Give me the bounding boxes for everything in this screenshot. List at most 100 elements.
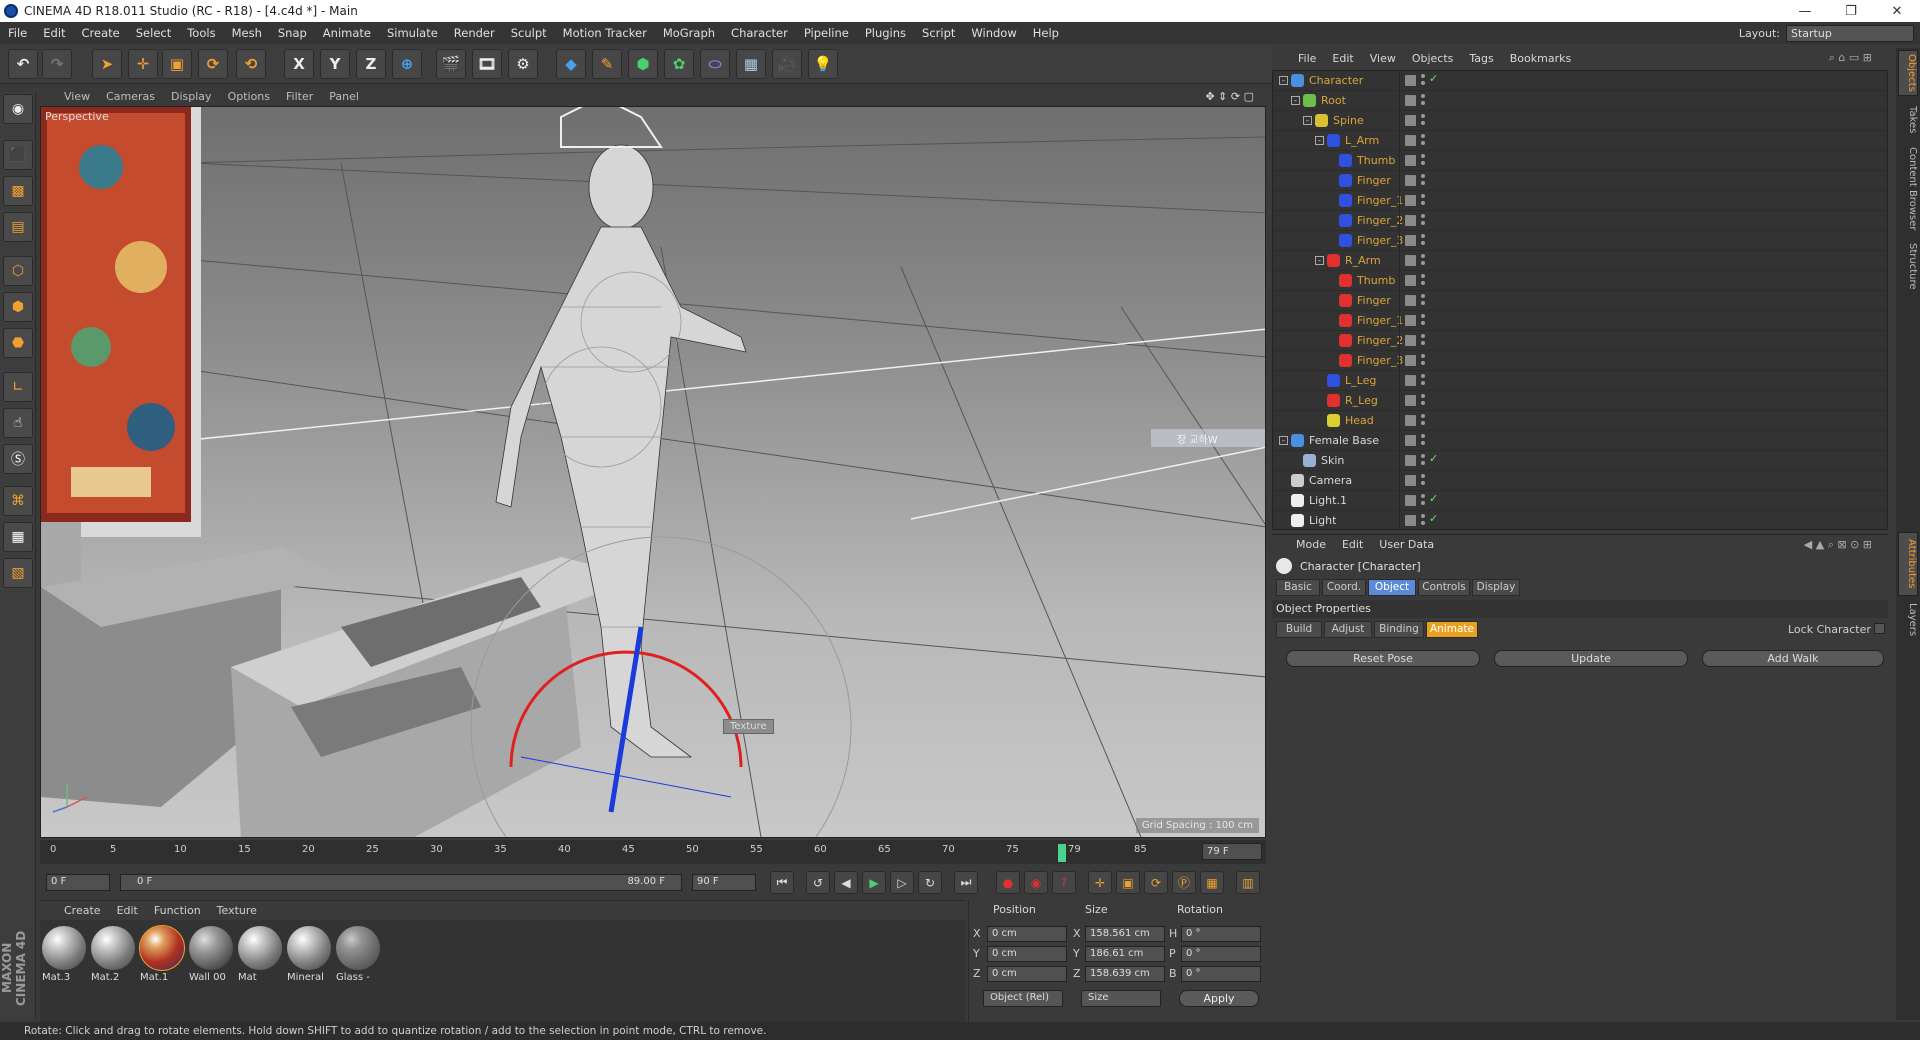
layer-icon[interactable]: [1405, 435, 1416, 446]
material-menu-function[interactable]: Function: [146, 904, 209, 917]
tab-controls[interactable]: Controls: [1418, 579, 1470, 596]
perspective-viewport[interactable]: Perspective 장 교하W Texture Grid Spacing :…: [40, 106, 1266, 838]
go-to-start-icon[interactable]: ⏮: [770, 871, 794, 894]
size-z-field[interactable]: 158.639 cm: [1085, 966, 1165, 982]
enabled-check-icon[interactable]: ✓: [1429, 72, 1438, 85]
visibility-dots-icon[interactable]: [1420, 293, 1426, 307]
visibility-dots-icon[interactable]: [1420, 153, 1426, 167]
attr-menu-mode[interactable]: Mode: [1288, 538, 1334, 551]
menu-edit[interactable]: Edit: [35, 26, 73, 40]
object-row[interactable]: - Root: [1273, 91, 1887, 111]
minimize-button[interactable]: —: [1782, 0, 1828, 22]
layout-dropdown[interactable]: Startup: [1786, 24, 1914, 42]
select-arrow-icon[interactable]: ➤: [92, 49, 122, 79]
next-key-icon[interactable]: ↻: [918, 871, 942, 894]
layer-icon[interactable]: [1405, 375, 1416, 386]
object-row[interactable]: Finger_2: [1273, 211, 1887, 231]
menu-character[interactable]: Character: [723, 26, 796, 40]
right-tab-attributes[interactable]: Attributes: [1898, 532, 1918, 596]
menu-help[interactable]: Help: [1025, 26, 1067, 40]
menu-file[interactable]: File: [0, 26, 35, 40]
object-row[interactable]: Finger: [1273, 171, 1887, 191]
cloner-icon[interactable]: ✿: [664, 49, 694, 79]
current-frame-field[interactable]: 79 F: [1202, 843, 1262, 860]
previous-frame-icon[interactable]: ◀: [834, 871, 858, 894]
axis-mode-icon[interactable]: ∟: [3, 372, 33, 402]
model-mode-icon[interactable]: ⬛: [3, 140, 33, 170]
layer-icon[interactable]: [1405, 235, 1416, 246]
object-row[interactable]: Finger_2: [1273, 331, 1887, 351]
layer-icon[interactable]: [1405, 315, 1416, 326]
apply-button[interactable]: Apply: [1179, 990, 1259, 1007]
material-item[interactable]: Mineral: [287, 926, 333, 984]
visibility-dots-icon[interactable]: [1420, 193, 1426, 207]
om-menu-bookmarks[interactable]: Bookmarks: [1502, 52, 1579, 65]
size-x-field[interactable]: 158.561 cm: [1085, 926, 1165, 942]
tab-object[interactable]: Object: [1368, 579, 1416, 596]
record-active-icon[interactable]: ●: [996, 871, 1020, 894]
layer-icon[interactable]: [1405, 155, 1416, 166]
object-row[interactable]: L_Leg: [1273, 371, 1887, 391]
object-row[interactable]: Finger_3: [1273, 351, 1887, 371]
menu-pipeline[interactable]: Pipeline: [796, 26, 857, 40]
om-menu-file[interactable]: File: [1290, 52, 1324, 65]
viewport-nav-icons[interactable]: ✥ ⇕ ⟳ ▢: [1197, 90, 1262, 103]
update-button[interactable]: Update: [1494, 650, 1688, 667]
om-menu-view[interactable]: View: [1362, 52, 1404, 65]
rotation-h-field[interactable]: 0 °: [1181, 926, 1261, 942]
rotate-icon[interactable]: ⟳: [198, 49, 228, 79]
go-to-end-icon[interactable]: ⏭: [954, 871, 978, 894]
timeline-playhead[interactable]: [1058, 844, 1066, 862]
material-item[interactable]: Glass -: [336, 926, 382, 984]
material-item[interactable]: Mat: [238, 926, 284, 984]
tree-collapse-toggle[interactable]: -: [1315, 256, 1324, 265]
make-editable-icon[interactable]: ◉: [3, 94, 33, 124]
menu-select[interactable]: Select: [128, 26, 179, 40]
visibility-dots-icon[interactable]: [1420, 113, 1426, 127]
add-walk-button[interactable]: Add Walk: [1702, 650, 1884, 667]
viewport-menu-filter[interactable]: Filter: [278, 90, 321, 103]
workplane-icon[interactable]: ▤: [3, 212, 33, 242]
attr-menu-user-data[interactable]: User Data: [1371, 538, 1442, 551]
menu-mesh[interactable]: Mesh: [224, 26, 270, 40]
visibility-dots-icon[interactable]: [1420, 173, 1426, 187]
layer-icon[interactable]: [1405, 455, 1416, 466]
menu-create[interactable]: Create: [74, 26, 128, 40]
material-menu-texture[interactable]: Texture: [209, 904, 265, 917]
layer-icon[interactable]: [1405, 475, 1416, 486]
layer-icon[interactable]: [1405, 415, 1416, 426]
maximize-button[interactable]: ❐: [1828, 0, 1874, 22]
key-rotation-icon[interactable]: ⟳: [1144, 871, 1168, 894]
right-tab-content-browser[interactable]: Content Browser: [1898, 144, 1918, 234]
polygons-mode-icon[interactable]: ⬣: [3, 328, 33, 358]
close-button[interactable]: ✕: [1874, 0, 1920, 22]
axis-x-button[interactable]: X: [284, 49, 314, 79]
right-tab-structure[interactable]: Structure: [1898, 238, 1918, 294]
om-menu-objects[interactable]: Objects: [1404, 52, 1462, 65]
layer-icon[interactable]: [1405, 75, 1416, 86]
timeline-ruler[interactable]: 0 5 10 15 20 25 30 35 40 45 50 55 60 65 …: [50, 842, 1200, 862]
tree-collapse-toggle[interactable]: -: [1279, 76, 1288, 85]
subdivision-icon[interactable]: ⬢: [628, 49, 658, 79]
layer-icon[interactable]: [1405, 135, 1416, 146]
object-row[interactable]: R_Leg: [1273, 391, 1887, 411]
play-icon[interactable]: ▶: [862, 871, 886, 894]
attr-nav-icons[interactable]: ◀ ▲ ⌕ ⊠ ⊙ ⊞: [1796, 538, 1880, 552]
layer-icon[interactable]: [1405, 355, 1416, 366]
material-menu-create[interactable]: Create: [56, 904, 109, 917]
menu-motion-tracker[interactable]: Motion Tracker: [555, 26, 655, 40]
viewport-menu-panel[interactable]: Panel: [321, 90, 367, 103]
subtab-animate[interactable]: Animate: [1426, 621, 1478, 638]
solo-icon[interactable]: Ⓢ: [3, 444, 33, 474]
camera-icon[interactable]: 🎥: [772, 49, 802, 79]
visibility-dots-icon[interactable]: [1420, 453, 1426, 467]
menu-simulate[interactable]: Simulate: [379, 26, 446, 40]
material-item[interactable]: Mat.3: [42, 926, 88, 984]
material-menu-edit[interactable]: Edit: [109, 904, 146, 917]
menu-animate[interactable]: Animate: [315, 26, 379, 40]
edges-mode-icon[interactable]: ⬢: [3, 292, 33, 322]
object-row[interactable]: Finger_3: [1273, 231, 1887, 251]
reset-pose-button[interactable]: Reset Pose: [1286, 650, 1480, 667]
undo-icon[interactable]: ↶: [8, 49, 38, 79]
menu-render[interactable]: Render: [446, 26, 503, 40]
